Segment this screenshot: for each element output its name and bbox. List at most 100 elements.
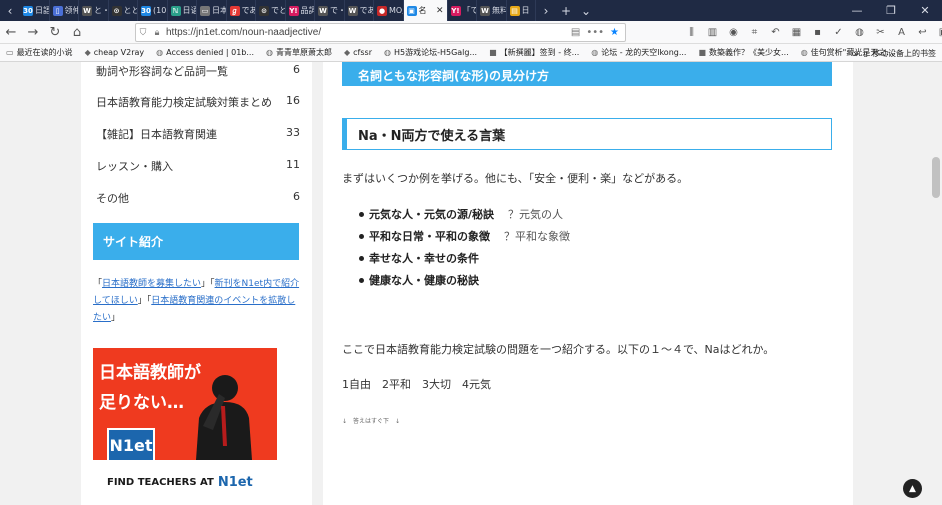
tab-favicon-icon: W (82, 5, 92, 16)
bookmarks-overflow: » ▯ 移动设备上的书签 (853, 47, 936, 60)
browser-tab[interactable]: ⊙でとな (256, 0, 286, 21)
bookmark-item[interactable]: ▭ 最近在读的小说 (0, 47, 79, 58)
chevron-overflow-icon[interactable]: » (853, 47, 860, 60)
tab-title: 领仲中 (64, 6, 79, 15)
close-tab-icon[interactable]: ✕ (436, 6, 447, 16)
tab-favicon-icon: W (347, 5, 358, 16)
tab-scroll-left-icon[interactable]: ‹ (0, 0, 20, 21)
mobile-bookmarks-icon: ▯ (863, 49, 868, 58)
reply-icon[interactable]: ↩ (913, 23, 932, 42)
bookmark-item[interactable]: ◆ cfssr (338, 48, 378, 57)
bookmark-item[interactable]: ◍ 青青草原萧太郎 (260, 47, 338, 58)
category-item[interactable]: 日本語教育能力検定試験対策まとめ 16 (96, 94, 300, 110)
category-count: 33 (286, 126, 300, 139)
sidebar-icon[interactable]: ▥ (703, 23, 722, 42)
close-window-icon[interactable]: ✕ (908, 0, 942, 21)
navigation-toolbar: ← → ↻ ⌂ ⛉ 🔒︎ https://jn1et.com/noun-naad… (0, 21, 942, 44)
browser-tab[interactable]: ℊである (227, 0, 256, 21)
tab-title: 日语n (182, 6, 197, 15)
back-to-top-icon[interactable]: ▲ (903, 479, 922, 498)
tab-list: 30日語教▯领仲中Wと・ら⊙ととこ30(10 新ℕ日语n▭日本語ℊである⊙でとな… (20, 0, 536, 21)
bookmark-item[interactable]: ◍ 论坛 - 龙的天空lkong... (585, 47, 692, 58)
browser-tab[interactable]: ▯领仲中 (50, 0, 79, 21)
back-arrow-icon[interactable]: ← (0, 22, 22, 42)
lock-icon: 🔒︎ (154, 27, 160, 38)
browser-tab[interactable]: 30日語教 (20, 0, 50, 21)
shield-extension-icon[interactable]: ✓ (829, 23, 848, 42)
reader-view-icon[interactable]: ▤ (571, 27, 580, 38)
account-icon[interactable]: ◉ (724, 23, 743, 42)
save-icon[interactable]: ▣ (934, 23, 942, 42)
address-bar[interactable]: ⛉ 🔒︎ https://jn1et.com/noun-naadjective/… (135, 23, 626, 42)
url-text[interactable]: https://jn1et.com/noun-naadjective/ (164, 27, 571, 38)
tab-title: ととこ (123, 6, 138, 15)
browser-tab[interactable]: ▭日本語 (197, 0, 227, 21)
bookmark-item[interactable]: ■ 数築義作？《美少女... (692, 47, 794, 58)
maximize-icon[interactable]: ❐ (874, 0, 908, 21)
browser-tab[interactable]: Wと・ら (79, 0, 109, 21)
container-icon[interactable]: ▪ (808, 23, 827, 42)
scrollbar-thumb[interactable] (932, 157, 940, 198)
tools-icon[interactable]: ✂ (871, 23, 890, 42)
undo-icon[interactable]: ↶ (766, 23, 785, 42)
tab-favicon-icon: Y! (288, 5, 299, 16)
n1et-logo: N1et (107, 428, 155, 463)
page-actions-icon[interactable]: ••• (586, 27, 604, 38)
library-icon[interactable]: ⫼ (682, 23, 701, 42)
tab-title: (10 新 (153, 6, 167, 15)
category-item[interactable]: レッスン・購入 11 (96, 158, 300, 174)
tab-favicon-icon: 30 (141, 5, 151, 16)
tab-title: 日本語 (212, 6, 226, 15)
crop-icon[interactable]: ⌗ (745, 23, 764, 42)
forward-arrow-icon[interactable]: → (22, 22, 44, 42)
bookmark-item[interactable]: ◆ cheap V2ray (79, 48, 151, 57)
tab-favicon-icon: Y! (450, 5, 461, 16)
category-item[interactable]: その他 6 (96, 190, 300, 206)
bookmark-item[interactable]: ■ 【新撰麗】签到 - 终... (483, 47, 585, 58)
extension-badge-icon[interactable]: ▦ (787, 23, 806, 42)
bookmark-item[interactable]: ◍ Access denied | 01b... (150, 48, 260, 57)
new-tab-icon[interactable]: + (556, 0, 576, 21)
page-scrollbar[interactable] (930, 62, 942, 505)
browser-tab[interactable]: ⊙ととこ (109, 0, 138, 21)
category-item[interactable]: 動詞や形容詞など品詞一覧 6 (96, 63, 300, 79)
banner-bottom-strip: FIND TEACHERS AT N1et (93, 460, 277, 505)
browser-tab[interactable]: 30(10 新 (138, 0, 168, 21)
tab-favicon-icon: ▤ (509, 5, 520, 16)
browser-tab[interactable]: Y!「で」 (448, 0, 477, 21)
tab-favicon-icon: ● (377, 5, 387, 16)
browser-tab[interactable]: ℕ日语n (168, 0, 197, 21)
browser-tab[interactable]: ●MO用 (374, 0, 404, 21)
category-item[interactable]: 【雑記】日本語教育関連 33 (96, 126, 300, 142)
globe-extension-icon[interactable]: ◍ (850, 23, 869, 42)
question-options: 1自由 2平和 3大切 4元気 (342, 378, 491, 391)
bookmark-item[interactable]: ◍ H5游戏论坛-H5Galg... (378, 47, 483, 58)
browser-tab[interactable]: W無料で (477, 0, 507, 21)
tab-favicon-icon: ▯ (52, 5, 63, 16)
minimize-icon[interactable]: — (840, 0, 874, 21)
shield-icon[interactable]: ⛉ (136, 28, 150, 38)
translate-icon[interactable]: A (892, 23, 911, 42)
site-intro-links: 「日本語教師を募集したい」「新刊をN1et内で紹介してほしい」「日本語教育関連の… (93, 279, 300, 323)
browser-tab[interactable]: Wで・ (315, 0, 345, 21)
tab-title: MO用 (389, 6, 403, 15)
browser-tab[interactable]: ▤ 日 (507, 0, 536, 21)
tab-favicon-icon: ⊙ (259, 5, 269, 16)
teacher-recruit-banner[interactable]: 日本語教師が 足りない… N1et FIND TEACHERS AT N1et (93, 348, 277, 505)
tab-strip: ‹ 30日語教▯领仲中Wと・ら⊙ととこ30(10 新ℕ日语n▭日本語ℊである⊙で… (0, 0, 942, 21)
bookmark-star-icon[interactable]: ★ (610, 27, 619, 38)
tab-title: 無料で (492, 6, 506, 15)
tab-active[interactable]: ▣ 名 ✕ (403, 0, 448, 21)
tab-favicon-icon: W (480, 5, 490, 16)
folder-icon: ▭ (6, 48, 14, 57)
tab-list-dropdown-icon[interactable]: ⌄ (576, 0, 596, 21)
tab-scroll-right-icon[interactable]: › (536, 0, 556, 21)
recruit-teacher-link[interactable]: 日本語教師を募集したい (102, 279, 201, 289)
tab-favicon-icon: ⊙ (111, 5, 122, 16)
browser-tab[interactable]: Y!品詞別 (286, 0, 315, 21)
mobile-bookmarks-label[interactable]: 移动设备上的书签 (872, 48, 936, 59)
tab-title: である (359, 6, 374, 15)
reload-icon[interactable]: ↻ (44, 22, 66, 42)
home-icon[interactable]: ⌂ (66, 22, 88, 42)
browser-tab[interactable]: Wである (345, 0, 374, 21)
